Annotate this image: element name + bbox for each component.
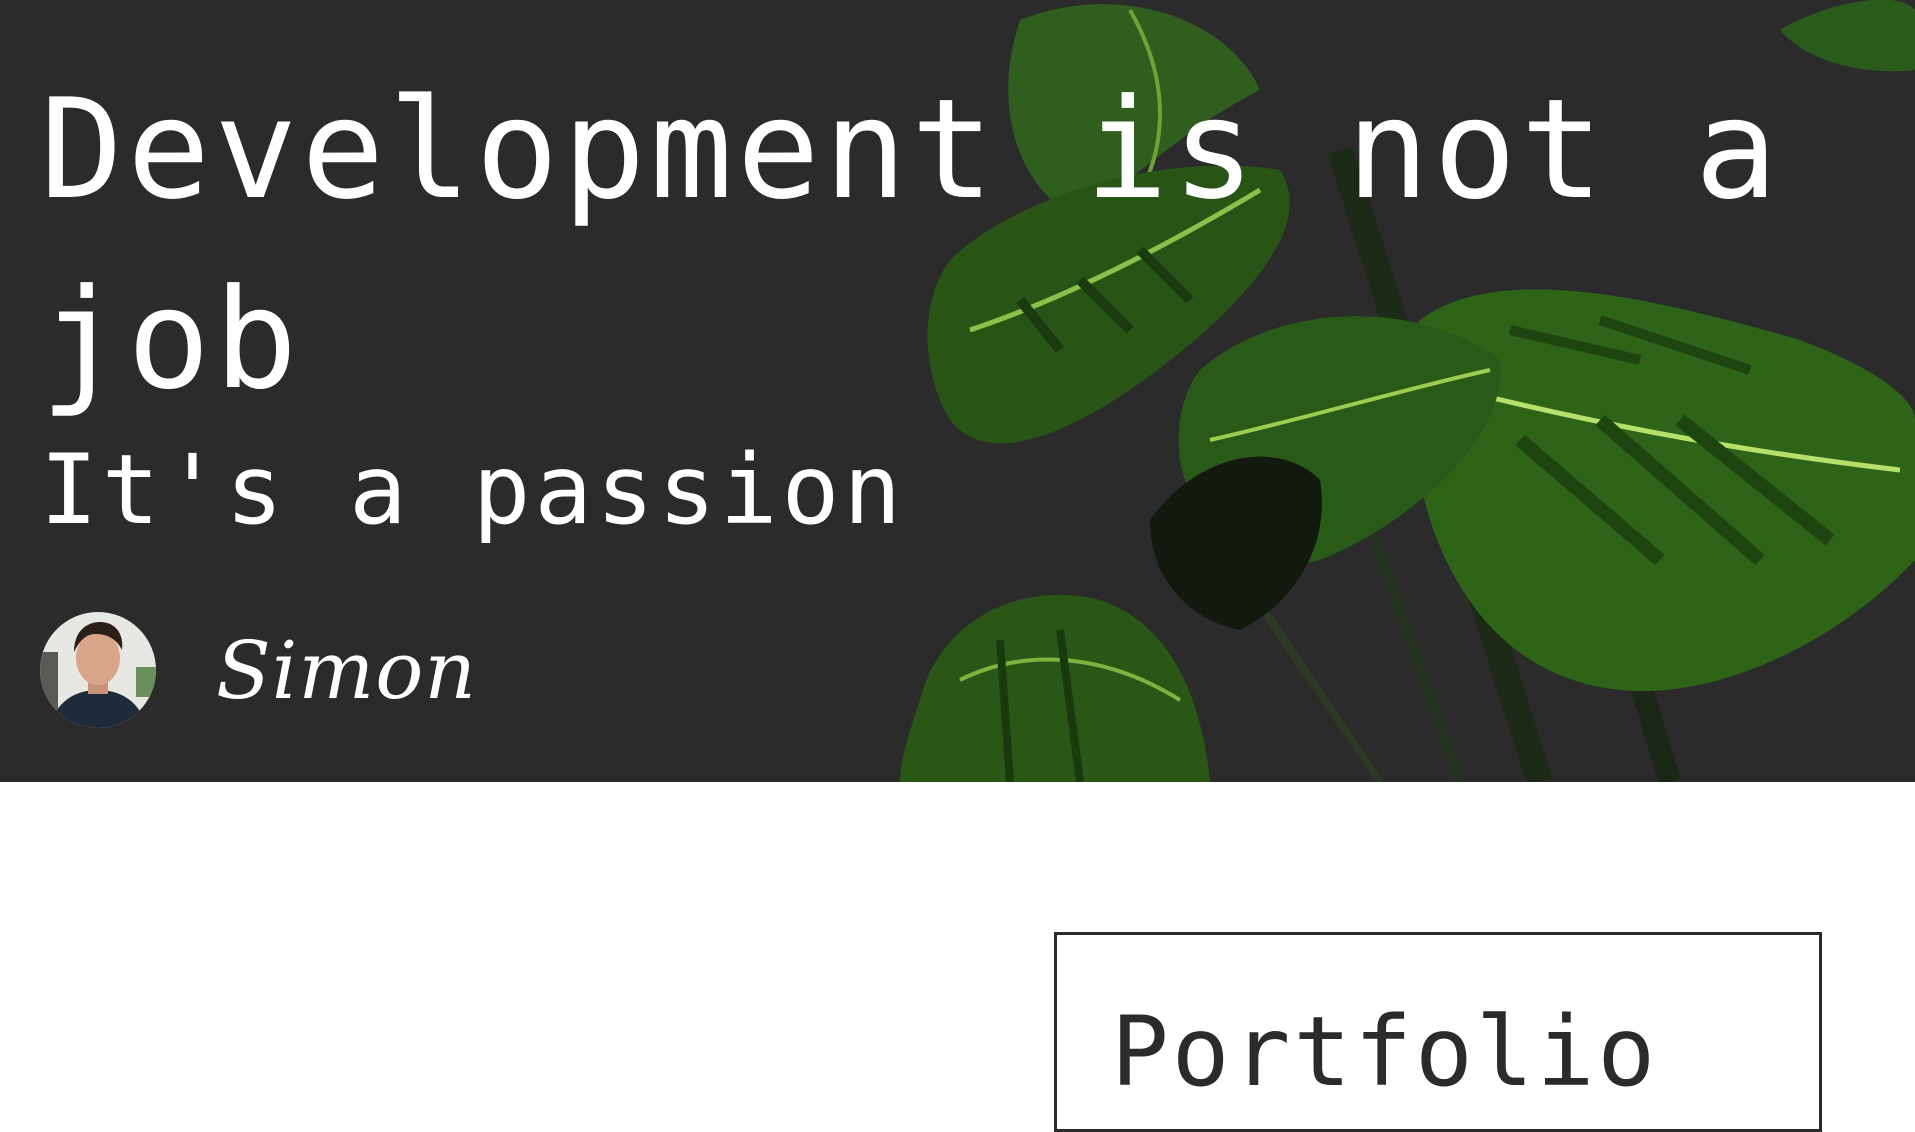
hero-headline: Development is not a job [40, 69, 1782, 420]
hero-section: Development is not a job It's a passion … [0, 0, 1915, 782]
portfolio-card[interactable]: Portfolio [1054, 932, 1822, 1132]
author-block: Simon [40, 612, 477, 728]
portfolio-title: Portfolio [1111, 996, 1659, 1108]
hero-subline: It's a passion [40, 434, 906, 546]
avatar [40, 612, 156, 728]
author-name: Simon [216, 623, 477, 717]
